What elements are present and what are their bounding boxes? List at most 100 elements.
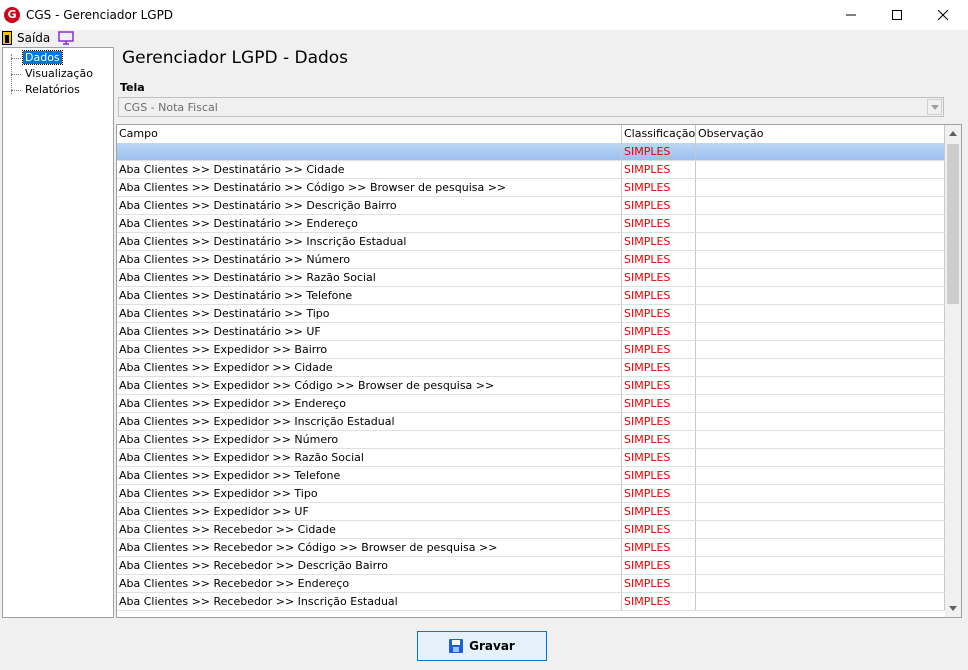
cell-observacao[interactable] <box>696 413 945 430</box>
table-row[interactable]: Aba Clientes >> Expedidor >> Tipo SIMPLES <box>117 485 945 503</box>
cell-campo[interactable]: Aba Clientes >> Destinatário >> UF <box>117 323 622 340</box>
cell-observacao[interactable] <box>696 467 945 484</box>
column-header-campo[interactable]: Campo <box>117 125 622 143</box>
cell-observacao[interactable] <box>696 449 945 466</box>
table-row[interactable]: Aba Clientes >> Recebedor >> Descrição B… <box>117 557 945 575</box>
cell-classificacao[interactable]: SIMPLES <box>622 305 696 322</box>
tree-item-visualizacao[interactable]: Visualização <box>11 67 95 81</box>
cell-classificacao[interactable]: SIMPLES <box>622 161 696 178</box>
cell-observacao[interactable] <box>696 233 945 250</box>
cell-campo[interactable]: Aba Clientes >> Destinatário >> Tipo <box>117 305 622 322</box>
dropdown-button[interactable] <box>927 99 942 115</box>
scroll-down-button[interactable] <box>945 600 961 617</box>
cell-classificacao[interactable]: SIMPLES <box>622 395 696 412</box>
table-row[interactable]: SIMPLES <box>117 143 945 161</box>
cell-campo[interactable]: Aba Clientes >> Recebedor >> Inscrição E… <box>117 593 622 610</box>
table-row[interactable]: Aba Clientes >> Expedidor >> Endereço SIM… <box>117 395 945 413</box>
cell-classificacao[interactable]: SIMPLES <box>622 215 696 232</box>
table-row[interactable]: Aba Clientes >> Destinatário >> UF SIMPLE… <box>117 323 945 341</box>
minimize-button[interactable] <box>828 0 874 30</box>
cell-observacao[interactable] <box>696 269 945 286</box>
cell-campo[interactable]: Aba Clientes >> Destinatário >> Telefone <box>117 287 622 304</box>
cell-observacao[interactable] <box>696 377 945 394</box>
scrollbar-thumb[interactable] <box>947 144 959 304</box>
tree-item-relatorios[interactable]: Relatórios <box>11 83 82 97</box>
cell-classificacao[interactable]: SIMPLES <box>622 233 696 250</box>
monitor-button[interactable] <box>58 30 74 46</box>
cell-observacao[interactable] <box>696 485 945 502</box>
cell-campo[interactable]: Aba Clientes >> Expedidor >> UF <box>117 503 622 520</box>
cell-observacao[interactable] <box>696 323 945 340</box>
cell-classificacao[interactable]: SIMPLES <box>622 341 696 358</box>
cell-campo[interactable]: Aba Clientes >> Expedidor >> Cidade <box>117 359 622 376</box>
cell-campo[interactable]: Aba Clientes >> Recebedor >> Endereço <box>117 575 622 592</box>
table-row[interactable]: Aba Clientes >> Recebedor >> Inscrição E… <box>117 593 945 611</box>
cell-campo[interactable]: Aba Clientes >> Expedidor >> Bairro <box>117 341 622 358</box>
table-row[interactable]: Aba Clientes >> Destinatário >> Descriçã… <box>117 197 945 215</box>
cell-campo[interactable] <box>117 143 622 160</box>
cell-classificacao[interactable]: SIMPLES <box>622 557 696 574</box>
table-row[interactable]: Aba Clientes >> Expedidor >> Número SIMPL… <box>117 431 945 449</box>
cell-campo[interactable]: Aba Clientes >> Recebedor >> Cidade <box>117 521 622 538</box>
vertical-scrollbar[interactable] <box>945 125 961 617</box>
table-row[interactable]: Aba Clientes >> Destinatário >> Endereço… <box>117 215 945 233</box>
maximize-button[interactable] <box>874 0 920 30</box>
tela-select[interactable]: CGS - Nota Fiscal <box>118 97 944 117</box>
table-row[interactable]: Aba Clientes >> Expedidor >> UF SIMPLES <box>117 503 945 521</box>
cell-classificacao[interactable]: SIMPLES <box>622 503 696 520</box>
table-row[interactable]: Aba Clientes >> Recebedor >> Endereço SIM… <box>117 575 945 593</box>
table-row[interactable]: Aba Clientes >> Destinatário >> Telefone… <box>117 287 945 305</box>
cell-observacao[interactable] <box>696 251 945 268</box>
table-row[interactable]: Aba Clientes >> Expedidor >> Bairro SIMPL… <box>117 341 945 359</box>
table-row[interactable]: Aba Clientes >> Destinatário >> Razão So… <box>117 269 945 287</box>
cell-campo[interactable]: Aba Clientes >> Expedidor >> Razão Socia… <box>117 449 622 466</box>
cell-campo[interactable]: Aba Clientes >> Expedidor >> Código >> B… <box>117 377 622 394</box>
cell-classificacao[interactable]: SIMPLES <box>622 287 696 304</box>
cell-classificacao[interactable]: SIMPLES <box>622 467 696 484</box>
cell-observacao[interactable] <box>696 341 945 358</box>
cell-campo[interactable]: Aba Clientes >> Expedidor >> Tipo <box>117 485 622 502</box>
close-button[interactable] <box>920 0 966 30</box>
table-row[interactable]: Aba Clientes >> Destinatário >> Cidade SI… <box>117 161 945 179</box>
tree-item-dados[interactable]: Dados <box>11 50 63 65</box>
cell-classificacao[interactable]: SIMPLES <box>622 413 696 430</box>
cell-observacao[interactable] <box>696 575 945 592</box>
cell-observacao[interactable] <box>696 431 945 448</box>
cell-observacao[interactable] <box>696 179 945 196</box>
cell-classificacao[interactable]: SIMPLES <box>622 521 696 538</box>
cell-campo[interactable]: Aba Clientes >> Expedidor >> Endereço <box>117 395 622 412</box>
cell-classificacao[interactable]: SIMPLES <box>622 323 696 340</box>
cell-classificacao[interactable]: SIMPLES <box>622 431 696 448</box>
cell-observacao[interactable] <box>696 287 945 304</box>
cell-campo[interactable]: Aba Clientes >> Recebedor >> Descrição B… <box>117 557 622 574</box>
table-row[interactable]: Aba Clientes >> Destinatário >> Número SI… <box>117 251 945 269</box>
cell-observacao[interactable] <box>696 395 945 412</box>
cell-campo[interactable]: Aba Clientes >> Destinatário >> Código >… <box>117 179 622 196</box>
cell-classificacao[interactable]: SIMPLES <box>622 251 696 268</box>
cell-classificacao[interactable]: SIMPLES <box>622 539 696 556</box>
cell-observacao[interactable] <box>696 143 945 160</box>
cell-campo[interactable]: Aba Clientes >> Expedidor >> Inscrição E… <box>117 413 622 430</box>
cell-campo[interactable]: Aba Clientes >> Expedidor >> Telefone <box>117 467 622 484</box>
cell-observacao[interactable] <box>696 593 945 610</box>
cell-observacao[interactable] <box>696 557 945 574</box>
cell-campo[interactable]: Aba Clientes >> Destinatário >> Cidade <box>117 161 622 178</box>
cell-campo[interactable]: Aba Clientes >> Recebedor >> Código >> B… <box>117 539 622 556</box>
cell-campo[interactable]: Aba Clientes >> Destinatário >> Inscriçã… <box>117 233 622 250</box>
table-row[interactable]: Aba Clientes >> Expedidor >> Inscrição E… <box>117 413 945 431</box>
cell-classificacao[interactable]: SIMPLES <box>622 359 696 376</box>
exit-button[interactable]: Saída <box>2 30 50 46</box>
column-header-observacao[interactable]: Observação <box>696 125 945 143</box>
cell-classificacao[interactable]: SIMPLES <box>622 485 696 502</box>
cell-campo[interactable]: Aba Clientes >> Destinatário >> Número <box>117 251 622 268</box>
cell-observacao[interactable] <box>696 359 945 376</box>
cell-campo[interactable]: Aba Clientes >> Expedidor >> Número <box>117 431 622 448</box>
cell-observacao[interactable] <box>696 161 945 178</box>
table-row[interactable]: Aba Clientes >> Expedidor >> Código >> B… <box>117 377 945 395</box>
table-row[interactable]: Aba Clientes >> Expedidor >> Telefone SIM… <box>117 467 945 485</box>
cell-classificacao[interactable]: SIMPLES <box>622 449 696 466</box>
table-row[interactable]: Aba Clientes >> Expedidor >> Cidade SIMPL… <box>117 359 945 377</box>
column-header-classificacao[interactable]: Classificação <box>622 125 696 143</box>
cell-observacao[interactable] <box>696 305 945 322</box>
save-button[interactable]: Gravar <box>417 631 547 661</box>
